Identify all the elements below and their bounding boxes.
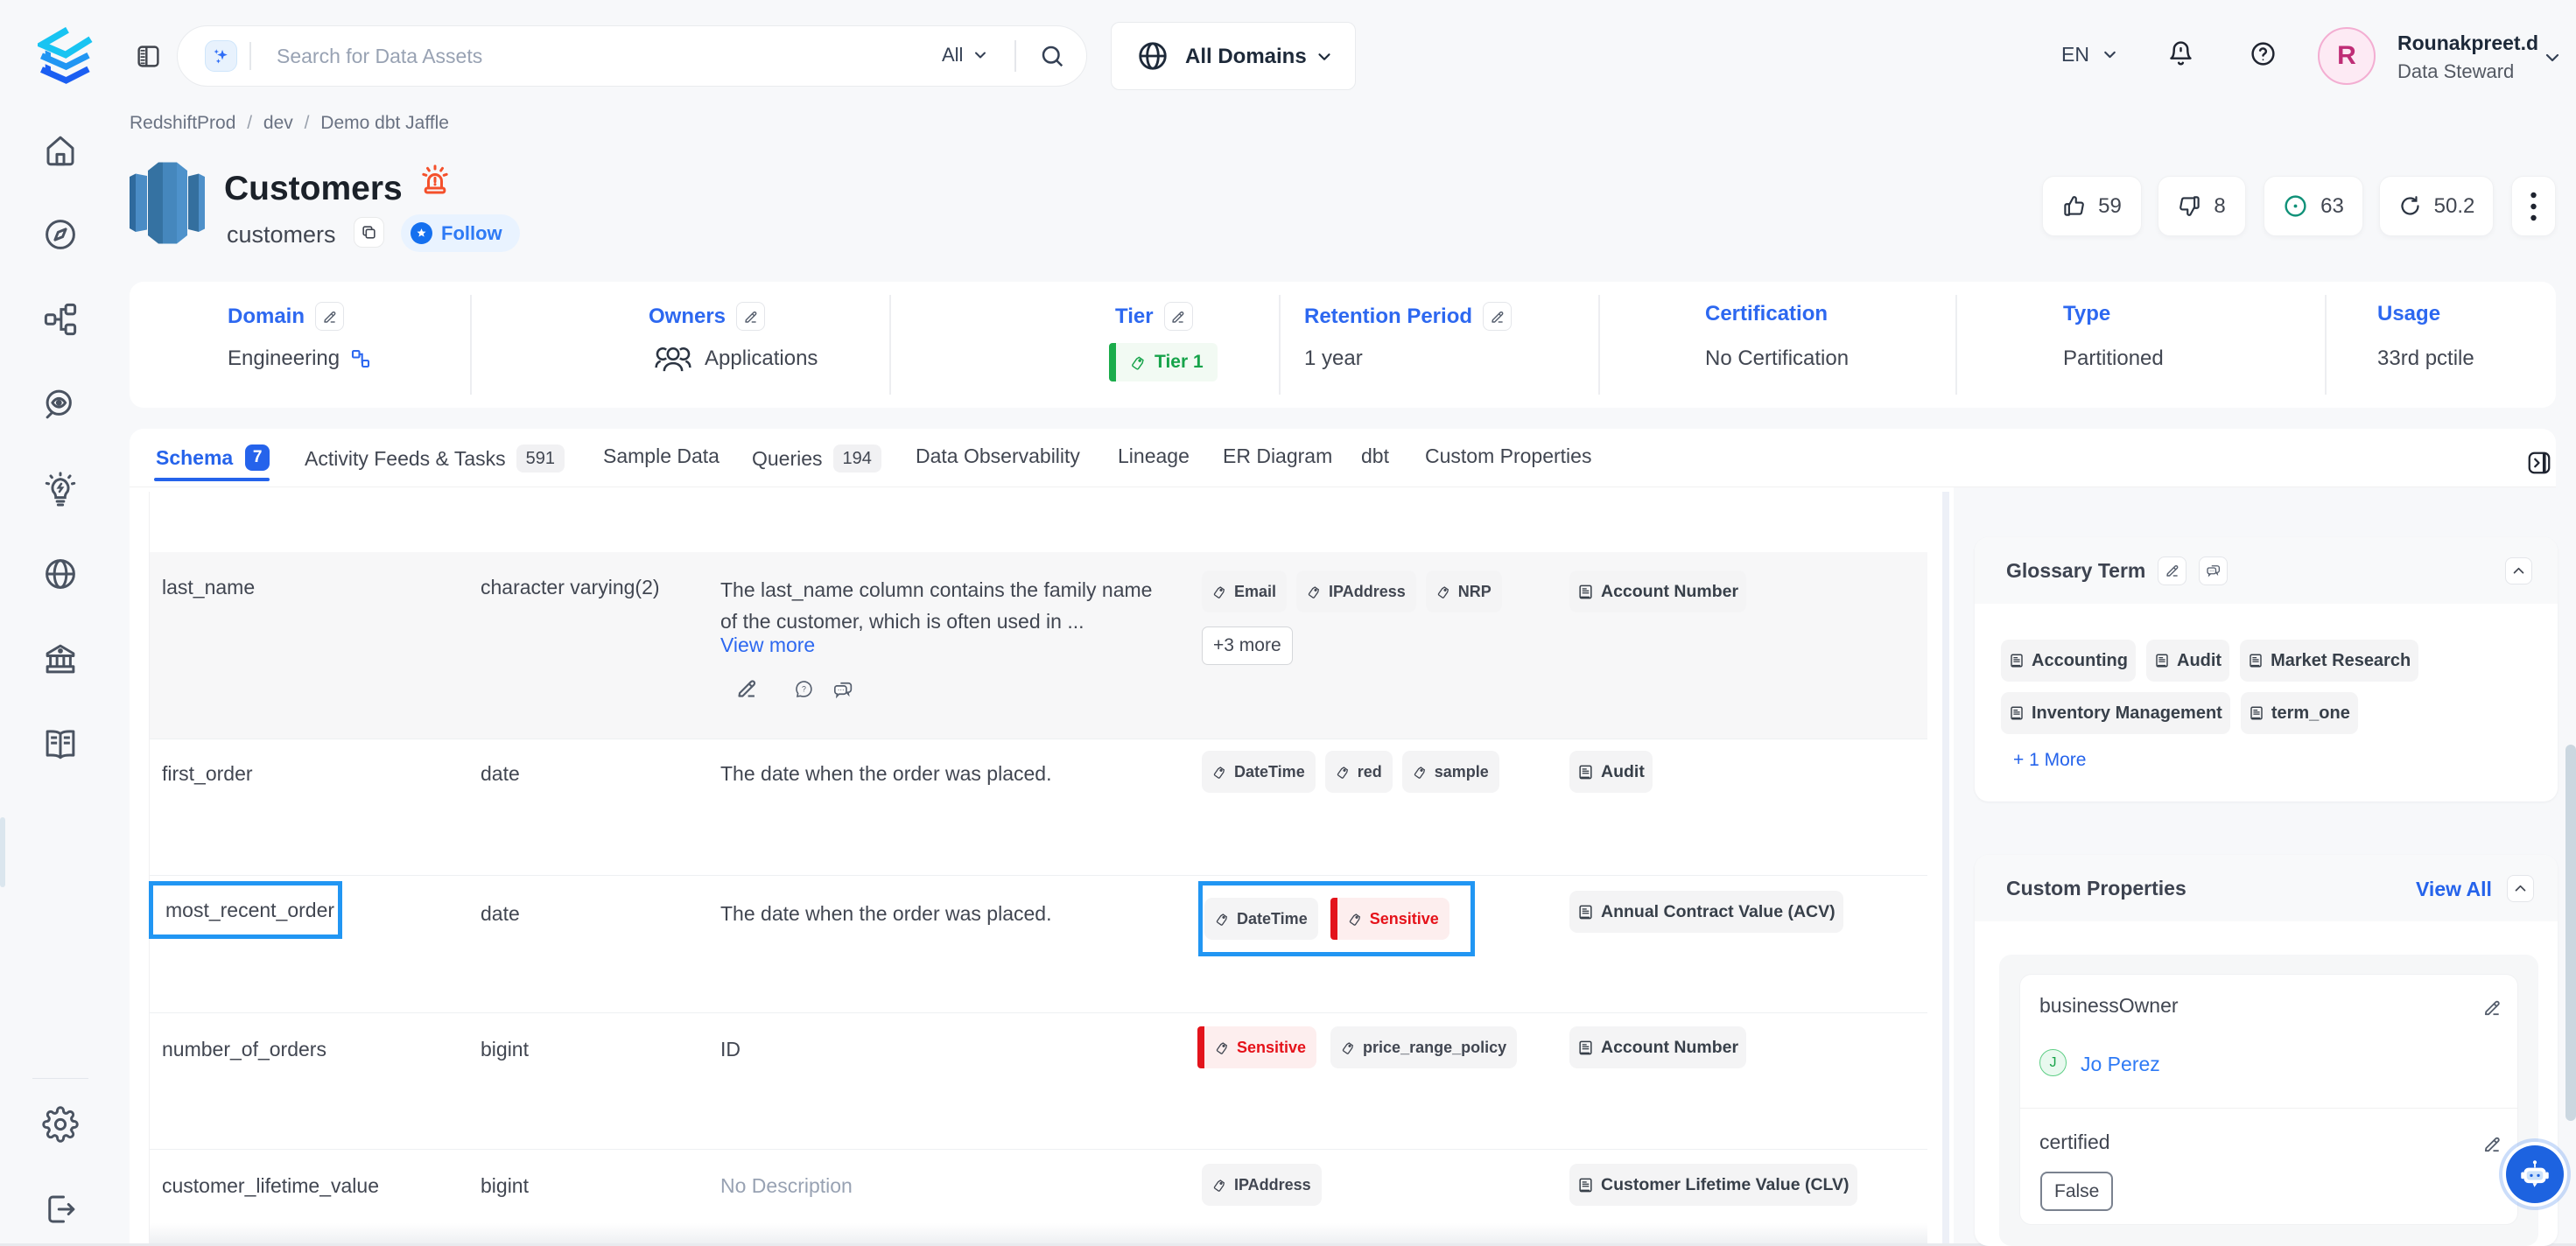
svg-text:?: ?	[802, 684, 806, 693]
